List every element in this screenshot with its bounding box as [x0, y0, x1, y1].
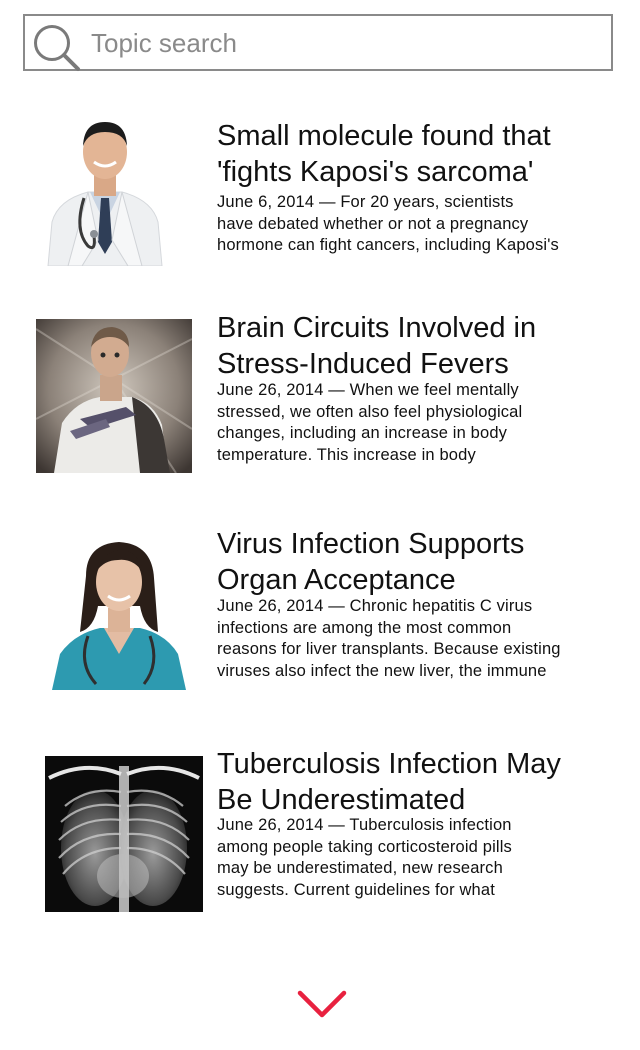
page: Small molecule found that 'fights Kaposi… — [0, 0, 640, 1050]
article-thumbnail[interactable] — [38, 112, 172, 266]
article-excerpt: June 26, 2014 — Tuberculosis infection a… — [217, 816, 512, 899]
search-input[interactable] — [91, 22, 591, 64]
article-title[interactable]: Tuberculosis Infection May Be Underestim… — [217, 746, 627, 818]
article-excerpt: June 6, 2014 — For 20 years, scientists … — [217, 193, 559, 254]
chevron-down-icon[interactable] — [294, 985, 350, 1025]
article-thumbnail[interactable] — [36, 319, 192, 473]
article-thumbnail[interactable] — [48, 536, 190, 690]
search-bar[interactable] — [23, 14, 613, 71]
article-title[interactable]: Small molecule found that 'fights Kaposi… — [217, 118, 627, 190]
article-excerpt: June 26, 2014 — Chronic hepatitis C viru… — [217, 597, 561, 680]
article-title[interactable]: Virus Infection Supports Organ Acceptanc… — [217, 526, 627, 598]
article-thumbnail[interactable] — [45, 756, 203, 912]
article-excerpt: June 26, 2014 — When we feel mentally st… — [217, 381, 523, 464]
article-title[interactable]: Brain Circuits Involved in Stress-Induce… — [217, 310, 627, 382]
search-icon[interactable] — [31, 22, 83, 74]
